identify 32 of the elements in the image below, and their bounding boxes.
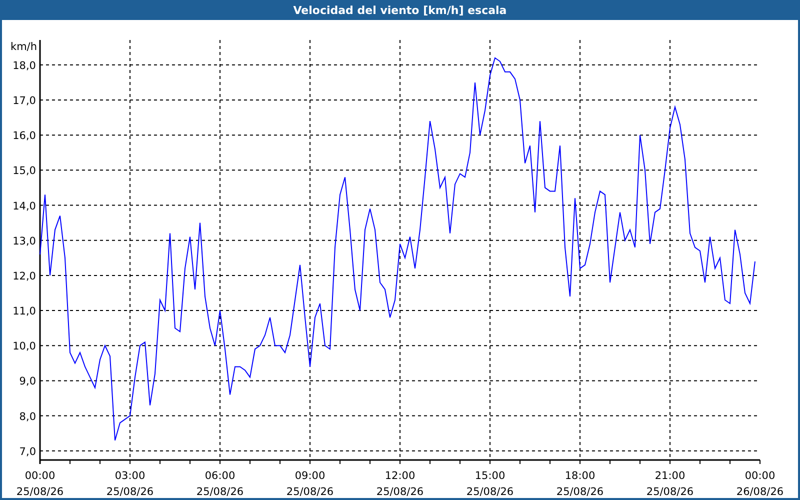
y-tick-label: 17,0 <box>12 95 36 107</box>
y-tick-label: 12,0 <box>12 270 36 282</box>
x-tick-date-label: 25/08/26 <box>286 486 334 498</box>
x-tick-date-label: 25/08/26 <box>196 486 244 498</box>
y-tick-label: 16,0 <box>12 130 36 142</box>
x-tick-time-label: 12:00 <box>384 470 416 482</box>
y-tick-label: 14,0 <box>12 200 36 212</box>
y-tick-label: 15,0 <box>12 165 36 178</box>
y-tick-label: 11,0 <box>12 306 36 318</box>
axis-unit-label: km/h <box>10 41 37 53</box>
y-tick-label: 18,0 <box>12 60 36 72</box>
x-tick-time-label: 06:00 <box>204 470 236 482</box>
x-tick-date-label: 25/08/26 <box>376 486 424 498</box>
x-tick-date-label: 25/08/26 <box>466 486 514 498</box>
x-tick-time-label: 00:00 <box>744 470 776 482</box>
x-tick-time-label: 15:00 <box>474 470 506 482</box>
window-title: Velocidad del viento [km/h] escala <box>293 4 507 16</box>
y-tick-label: 8,0 <box>19 410 36 423</box>
y-tick-label: 7,0 <box>19 446 36 458</box>
x-tick-time-label: 09:00 <box>294 470 326 482</box>
x-tick-date-label: 25/08/26 <box>106 486 154 498</box>
x-tick-date-label: 25/08/26 <box>556 486 604 498</box>
x-tick-date-label: 26/08/26 <box>736 486 784 498</box>
x-tick-date-label: 25/08/26 <box>16 486 64 498</box>
x-tick-date-label: 25/08/26 <box>646 486 694 498</box>
x-tick-time-label: 00:00 <box>24 470 56 482</box>
y-tick-label: 9,0 <box>19 376 36 388</box>
x-tick-time-label: 21:00 <box>654 470 686 482</box>
x-tick-time-label: 18:00 <box>564 470 596 482</box>
y-tick-label: 13,0 <box>12 235 36 248</box>
x-tick-time-label: 03:00 <box>114 470 146 482</box>
y-tick-label: 10,0 <box>12 340 36 353</box>
